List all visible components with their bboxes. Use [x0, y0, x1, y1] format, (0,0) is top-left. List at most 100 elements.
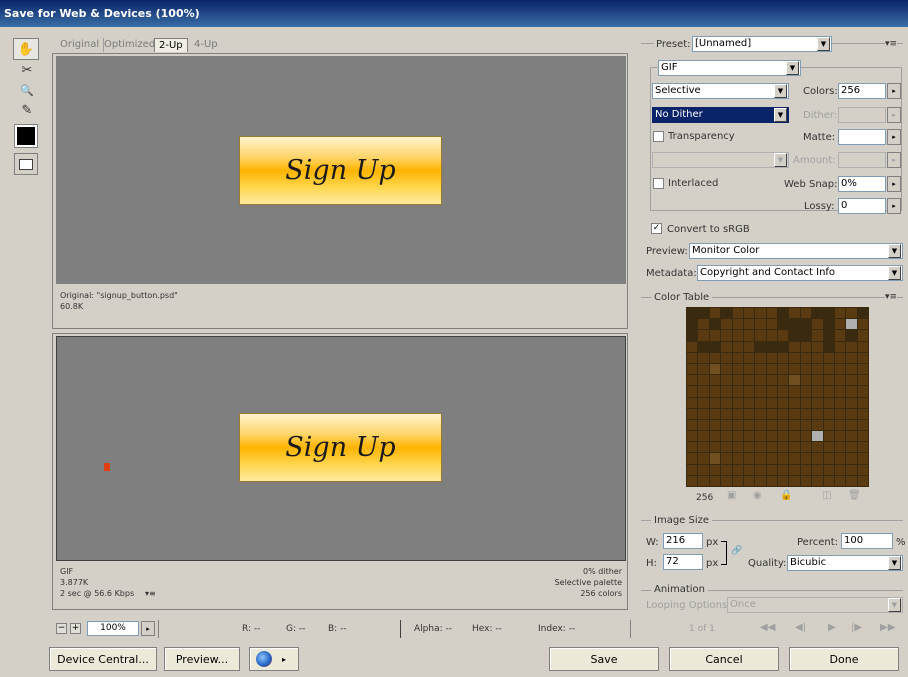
- color-swatch[interactable]: [743, 341, 755, 352]
- color-swatch[interactable]: [755, 341, 766, 352]
- color-swatch[interactable]: [755, 431, 766, 442]
- zoom-in-button[interactable]: +: [70, 623, 81, 634]
- color-swatch[interactable]: [743, 352, 755, 363]
- color-swatch[interactable]: [789, 419, 800, 431]
- color-swatch[interactable]: [709, 431, 721, 442]
- color-swatch[interactable]: [857, 431, 868, 442]
- color-swatch[interactable]: [709, 453, 721, 464]
- tab-optimized[interactable]: Optimized: [100, 38, 161, 52]
- color-swatch[interactable]: [800, 431, 812, 442]
- colors-arrow[interactable]: ▸: [887, 83, 901, 99]
- color-swatch[interactable]: [778, 408, 789, 419]
- color-swatch[interactable]: [721, 431, 732, 442]
- color-swatch[interactable]: [812, 475, 823, 486]
- color-swatch[interactable]: [800, 475, 812, 486]
- color-swatch[interactable]: [834, 442, 846, 453]
- color-swatch[interactable]: [687, 330, 698, 341]
- color-swatch[interactable]: [834, 464, 846, 475]
- color-swatch[interactable]: [743, 330, 755, 341]
- color-swatch[interactable]: [857, 341, 868, 352]
- color-swatch[interactable]: [812, 464, 823, 475]
- color-swatch[interactable]: [687, 464, 698, 475]
- dither-field[interactable]: [838, 107, 886, 123]
- play-icon[interactable]: ▶: [828, 622, 836, 633]
- format-select[interactable]: GIF: [658, 60, 801, 76]
- color-swatch[interactable]: [789, 319, 800, 330]
- color-swatch[interactable]: [721, 386, 732, 397]
- color-swatch[interactable]: [823, 408, 834, 419]
- color-swatch[interactable]: [766, 475, 777, 486]
- color-swatch[interactable]: [834, 453, 846, 464]
- color-swatch[interactable]: [755, 352, 766, 363]
- color-table-menu-icon[interactable]: ▾≡: [885, 292, 898, 302]
- color-swatch[interactable]: [857, 375, 868, 386]
- preview-dropdown-arrow[interactable]: ▼: [888, 244, 901, 258]
- color-swatch[interactable]: [743, 363, 755, 375]
- color-swatch[interactable]: [709, 375, 721, 386]
- color-swatch[interactable]: [857, 319, 868, 330]
- metadata-select[interactable]: Copyright and Contact Info: [697, 265, 903, 281]
- color-swatch[interactable]: [732, 319, 743, 330]
- color-swatch[interactable]: [834, 397, 846, 408]
- color-swatch[interactable]: [721, 453, 732, 464]
- color-swatch[interactable]: [778, 341, 789, 352]
- metadata-dropdown-arrow[interactable]: ▼: [888, 266, 901, 280]
- color-swatch[interactable]: [687, 475, 698, 486]
- reduction-dropdown-arrow[interactable]: ▼: [774, 84, 787, 98]
- color-swatch[interactable]: [687, 431, 698, 442]
- color-swatch[interactable]: [800, 352, 812, 363]
- tab-4up[interactable]: 4-Up: [190, 38, 222, 52]
- color-swatch[interactable]: [687, 375, 698, 386]
- color-swatch[interactable]: [732, 475, 743, 486]
- next-frame-icon[interactable]: |▶: [851, 622, 862, 633]
- zoom-out-button[interactable]: −: [56, 623, 67, 634]
- color-swatch[interactable]: [766, 419, 777, 431]
- reduction-select[interactable]: Selective: [652, 83, 789, 99]
- color-swatch[interactable]: [743, 431, 755, 442]
- preset-select[interactable]: [Unnamed]: [692, 36, 832, 52]
- amount-field[interactable]: [838, 152, 886, 168]
- color-swatch[interactable]: [743, 453, 755, 464]
- color-swatch[interactable]: [687, 308, 698, 319]
- color-swatch[interactable]: [846, 308, 857, 319]
- color-swatch[interactable]: [766, 408, 777, 419]
- quality-dropdown-arrow[interactable]: ▼: [888, 556, 901, 570]
- color-swatch[interactable]: [812, 397, 823, 408]
- eyedropper-icon[interactable]: ✎: [15, 99, 39, 121]
- color-swatch[interactable]: [698, 352, 709, 363]
- color-swatch[interactable]: [698, 431, 709, 442]
- color-swatch[interactable]: [823, 308, 834, 319]
- color-swatch[interactable]: [721, 408, 732, 419]
- color-swatch[interactable]: [812, 442, 823, 453]
- save-button[interactable]: Save: [549, 647, 659, 671]
- color-swatch[interactable]: [687, 341, 698, 352]
- color-swatch[interactable]: [789, 330, 800, 341]
- color-swatch[interactable]: [687, 386, 698, 397]
- color-swatch[interactable]: [834, 352, 846, 363]
- color-swatch[interactable]: [834, 408, 846, 419]
- color-swatch[interactable]: [778, 431, 789, 442]
- browser-preview-button[interactable]: ▸: [249, 647, 299, 671]
- color-swatch[interactable]: [721, 330, 732, 341]
- color-swatch[interactable]: [778, 397, 789, 408]
- color-swatch[interactable]: [789, 464, 800, 475]
- preview-button[interactable]: Preview...: [164, 647, 240, 671]
- color-swatch[interactable]: [789, 352, 800, 363]
- color-swatch[interactable]: [778, 419, 789, 431]
- color-swatch[interactable]: [698, 386, 709, 397]
- download-menu-icon[interactable]: ▾≡: [145, 588, 156, 599]
- color-swatch[interactable]: [732, 386, 743, 397]
- color-swatch[interactable]: [823, 352, 834, 363]
- color-swatch[interactable]: [857, 475, 868, 486]
- colors-field[interactable]: 256: [838, 83, 886, 99]
- color-swatch[interactable]: [789, 363, 800, 375]
- color-swatch[interactable]: [778, 375, 789, 386]
- color-swatch[interactable]: [800, 408, 812, 419]
- color-swatch[interactable]: [732, 431, 743, 442]
- color-swatch[interactable]: [789, 475, 800, 486]
- color-swatch[interactable]: [721, 419, 732, 431]
- eyedropper-color-swatch[interactable]: [14, 124, 38, 148]
- matte-arrow[interactable]: ▸: [887, 129, 901, 145]
- color-swatch[interactable]: [834, 475, 846, 486]
- color-swatch[interactable]: [766, 319, 777, 330]
